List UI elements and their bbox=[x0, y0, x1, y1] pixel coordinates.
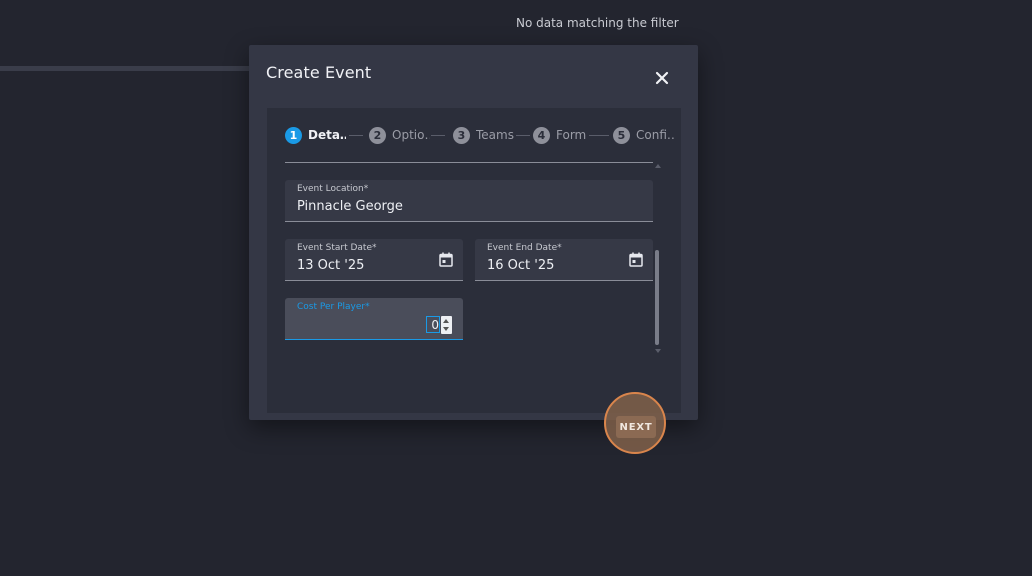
step-label: Confi… bbox=[636, 128, 676, 142]
step-connector bbox=[516, 135, 530, 136]
decrement-arrow-icon[interactable] bbox=[443, 327, 449, 331]
calendar-icon[interactable] bbox=[629, 252, 643, 267]
scrollbar-thumb[interactable] bbox=[655, 250, 659, 345]
field-value: 13 Oct '25 bbox=[297, 258, 365, 273]
stepper-divider bbox=[285, 162, 653, 163]
number-stepper[interactable] bbox=[441, 316, 452, 334]
event-end-date-field[interactable]: Event End Date* 16 Oct '25 bbox=[475, 239, 653, 281]
step-form[interactable]: 4 Form bbox=[533, 126, 590, 144]
field-label: Cost Per Player* bbox=[297, 302, 370, 312]
close-button[interactable] bbox=[649, 65, 675, 91]
step-connector bbox=[349, 135, 363, 136]
calendar-icon[interactable] bbox=[439, 252, 453, 267]
dialog-content: 1 Deta… 2 Optio… 3 Teams 4 Form 5 Confi… bbox=[267, 108, 681, 454]
field-value: Pinnacle George bbox=[297, 199, 403, 214]
event-start-date-field[interactable]: Event Start Date* 13 Oct '25 bbox=[285, 239, 463, 281]
step-label: Deta… bbox=[308, 128, 346, 142]
event-location-field[interactable]: Event Location* Pinnacle George bbox=[285, 180, 653, 222]
stepper: 1 Deta… 2 Optio… 3 Teams 4 Form 5 Confi… bbox=[285, 124, 677, 146]
step-number: 2 bbox=[369, 126, 386, 144]
cost-per-player-input[interactable] bbox=[426, 316, 440, 333]
no-data-message: No data matching the filter bbox=[516, 16, 679, 30]
step-options[interactable]: 2 Optio… bbox=[369, 126, 430, 144]
field-label: Event End Date* bbox=[487, 243, 562, 253]
step-number: 3 bbox=[453, 126, 470, 144]
increment-arrow-icon[interactable] bbox=[443, 319, 449, 323]
step-connector bbox=[431, 135, 445, 136]
background-divider bbox=[0, 66, 250, 71]
step-teams[interactable]: 3 Teams bbox=[453, 126, 518, 144]
cost-per-player-field[interactable]: Cost Per Player* bbox=[285, 298, 463, 340]
step-confirm[interactable]: 5 Confi… bbox=[613, 126, 676, 144]
field-label: Event Location* bbox=[297, 184, 369, 194]
close-icon bbox=[655, 71, 669, 85]
scroll-up-arrow-icon[interactable] bbox=[655, 164, 661, 168]
step-label: Form bbox=[556, 128, 587, 142]
step-number: 1 bbox=[285, 126, 302, 144]
step-details[interactable]: 1 Deta… bbox=[285, 126, 346, 144]
step-number: 5 bbox=[613, 126, 630, 144]
step-connector bbox=[589, 135, 609, 136]
step-number: 4 bbox=[533, 126, 550, 144]
scroll-down-arrow-icon[interactable] bbox=[655, 349, 661, 353]
next-button[interactable]: NEXT bbox=[616, 416, 656, 438]
step-label: Teams bbox=[476, 128, 514, 142]
step-label: Optio… bbox=[392, 128, 430, 142]
field-label: Event Start Date* bbox=[297, 243, 377, 253]
dialog-title: Create Event bbox=[266, 63, 372, 82]
field-value: 16 Oct '25 bbox=[487, 258, 555, 273]
create-event-dialog: Create Event 1 Deta… 2 Optio… 3 Teams bbox=[249, 45, 698, 454]
